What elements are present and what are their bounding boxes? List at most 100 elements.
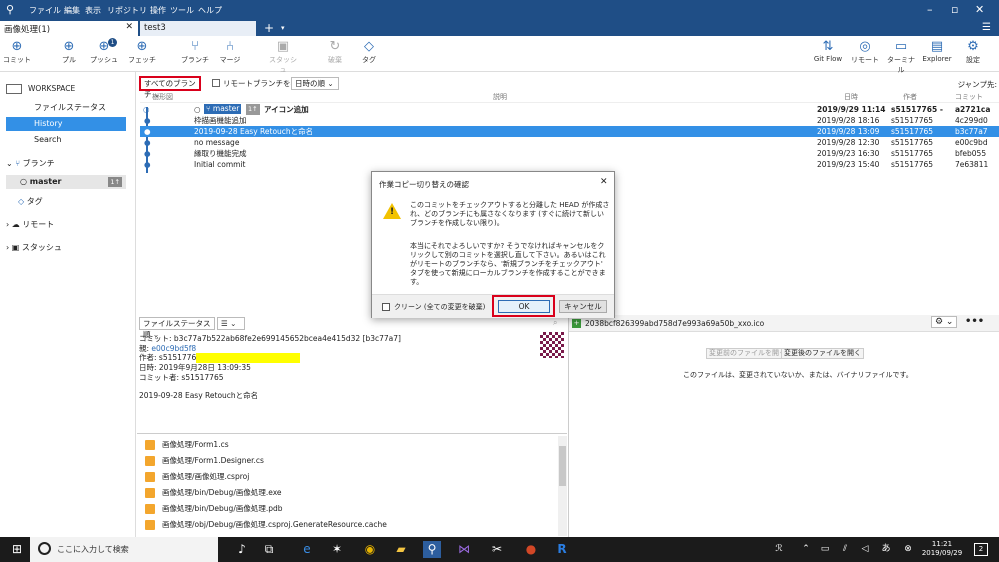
- tag-button[interactable]: ◇ タグ: [352, 38, 386, 65]
- snipping-tool-icon[interactable]: ✂: [488, 541, 506, 558]
- date-line: 日時: 2019年9月28日 13:09:35: [139, 363, 251, 372]
- menu-actions[interactable]: 操作: [150, 5, 166, 16]
- windows-start-icon[interactable]: ⊞: [8, 541, 26, 558]
- minimize-icon[interactable]: –: [927, 3, 933, 16]
- app-r-icon[interactable]: R: [553, 541, 571, 558]
- list-item[interactable]: 画像処理/obj/Debug/画像処理.csproj.GenerateResou…: [145, 517, 387, 532]
- tab-menu-chevron-icon[interactable]: ▾: [281, 24, 285, 32]
- commit-date: 2019/9/23 16:30: [817, 149, 880, 158]
- push-button[interactable]: ⊕ プッシュ 1: [87, 38, 121, 65]
- menu-edit[interactable]: 編集: [64, 5, 80, 16]
- list-item[interactable]: 画像処理/bin/Debug/画像処理.pdb: [145, 501, 283, 516]
- search-icon[interactable]: ⌕: [553, 318, 557, 328]
- menu-repository[interactable]: リポジトリ: [107, 5, 147, 16]
- tab-repo-2[interactable]: test3: [140, 21, 256, 36]
- column-author[interactable]: 作者: [903, 92, 917, 102]
- remote-button[interactable]: ◎ リモート: [848, 38, 882, 65]
- terminal-button[interactable]: ▭ ターミナル: [884, 38, 918, 75]
- menu-view[interactable]: 表示: [85, 5, 101, 16]
- menu-tools[interactable]: ツール: [170, 5, 194, 16]
- settings-tray-icon[interactable]: ⊗: [899, 541, 917, 558]
- column-description[interactable]: 説明: [493, 92, 507, 102]
- sort-order-dropdown[interactable]: 日時の順 ⌄: [291, 77, 339, 90]
- sourcetree-taskbar-icon[interactable]: ⚲: [423, 541, 441, 558]
- modified-file-icon: [145, 520, 155, 530]
- edge-icon[interactable]: e: [298, 541, 316, 558]
- column-graph[interactable]: 樹形図: [152, 92, 173, 102]
- people-icon[interactable]: ℛ: [770, 541, 788, 558]
- more-options-icon[interactable]: •••: [965, 316, 984, 327]
- stash-button[interactable]: ▣ スタッシュ: [266, 38, 300, 75]
- visual-studio-icon[interactable]: ⋈: [455, 541, 473, 558]
- explorer-button[interactable]: ▤ Explorer: [920, 38, 954, 63]
- microphone-icon[interactable]: ♪: [233, 541, 251, 558]
- file-explorer-icon[interactable]: ▰: [392, 541, 410, 558]
- cancel-button[interactable]: キャンセル: [559, 300, 607, 313]
- close-tab-icon[interactable]: ✕: [125, 22, 133, 32]
- table-row[interactable]: ● no message 2019/9/28 12:30 s51517765 e…: [140, 137, 999, 148]
- pull-button[interactable]: ⊕ プル: [52, 38, 86, 65]
- sidebar-item-file-status[interactable]: ファイルステータス: [0, 101, 136, 115]
- list-item[interactable]: 画像処理/Form1.cs: [145, 437, 229, 452]
- branch-filter-dropdown[interactable]: すべてのブランチ ⌄: [139, 76, 201, 99]
- volume-icon[interactable]: ◁: [856, 541, 874, 558]
- column-commit[interactable]: コミット: [955, 92, 983, 102]
- table-row[interactable]: ● 2019-09-28 Easy Retouchと命名 2019/9/28 1…: [140, 126, 999, 137]
- discard-button[interactable]: ↻ 破棄: [318, 38, 352, 65]
- table-row[interactable]: ● 縁取り機能完成 2019/9/23 16:30 s51517765 bfeb…: [140, 148, 999, 159]
- file-sort-dropdown[interactable]: ファイルステータス順 ⌄: [139, 317, 215, 339]
- menu-file[interactable]: ファイル: [29, 5, 61, 16]
- clock[interactable]: 11:21 2019/09/29: [920, 540, 964, 558]
- chrome-icon[interactable]: ◉: [361, 541, 379, 558]
- parent-link[interactable]: e00c9bd5f8: [151, 344, 196, 353]
- diff-options-gear-icon[interactable]: ⚙ ⌄: [931, 316, 958, 328]
- ime-icon[interactable]: あ: [877, 541, 895, 558]
- commit-date: 2019/9/28 13:09: [817, 127, 880, 136]
- sidebar-section-tags[interactable]: ◇ タグ: [18, 195, 154, 209]
- close-icon[interactable]: ✕: [975, 3, 984, 16]
- sidebar-item-search[interactable]: Search: [0, 133, 136, 147]
- dialog-close-icon[interactable]: ✕: [600, 177, 608, 187]
- table-row[interactable]: ● 枠描画機能追加 2019/9/28 18:16 s51517765 4c29…: [140, 115, 999, 126]
- sidebar-section-remotes[interactable]: › ☁ リモート: [6, 218, 142, 232]
- powerpoint-icon[interactable]: ●: [522, 541, 540, 558]
- battery-icon[interactable]: ▭: [816, 541, 834, 558]
- file-list-scrollbar[interactable]: [558, 436, 567, 536]
- column-date[interactable]: 日時: [844, 92, 858, 102]
- view-mode-dropdown[interactable]: ☰ ⌄: [217, 317, 245, 330]
- taskbar-search-box[interactable]: ここに入力して検索: [30, 537, 218, 562]
- commit-author: s51517765 -: [891, 105, 943, 114]
- sidebar-item-history[interactable]: History: [6, 117, 126, 131]
- scrollbar-thumb[interactable]: [559, 446, 566, 486]
- task-view-icon[interactable]: ⧉: [260, 541, 278, 558]
- list-item[interactable]: 画像処理/Form1.Designer.cs: [145, 453, 264, 468]
- fetch-button[interactable]: ⊕ フェッチ: [125, 38, 159, 65]
- sidebar-section-stashes[interactable]: › ▣ スタッシュ: [6, 241, 142, 255]
- merge-button[interactable]: ⑃ マージ: [213, 38, 247, 65]
- sidebar-section-branches[interactable]: ⌄ ⑂ ブランチ: [6, 157, 142, 171]
- tray-chevron-up-icon[interactable]: ⌃: [797, 541, 815, 558]
- paint-icon[interactable]: ✶: [328, 541, 346, 558]
- commit-button[interactable]: ⊕ コミット: [0, 38, 34, 65]
- network-icon[interactable]: ⫽: [836, 541, 854, 558]
- git-flow-button[interactable]: ⇅ Git Flow: [811, 38, 845, 63]
- action-center-icon[interactable]: 2: [974, 543, 988, 556]
- table-row[interactable]: ○ ○ ⑂ master 1↑ アイコン追加 2019/9/29 11:14 s…: [140, 104, 999, 115]
- menu-help[interactable]: ヘルプ: [198, 5, 222, 16]
- hamburger-menu-icon[interactable]: ☰: [982, 22, 991, 33]
- open-after-button[interactable]: 変更後のファイルを開く: [781, 348, 864, 359]
- open-before-button[interactable]: 変更前のファイルを開く: [706, 348, 789, 359]
- clean-checkbox[interactable]: [382, 303, 390, 311]
- sidebar-item-master[interactable]: ○ master 1↑: [6, 175, 126, 189]
- add-tab-icon[interactable]: +: [264, 21, 274, 35]
- commit-hash: e00c9bd: [955, 138, 988, 147]
- show-remote-checkbox[interactable]: [212, 79, 220, 87]
- maximize-icon[interactable]: ▫: [951, 3, 958, 16]
- tab-repo-1[interactable]: 画像処理(1) ✕: [0, 21, 138, 36]
- settings-button[interactable]: ⚙ 設定: [956, 38, 990, 65]
- list-item[interactable]: 画像処理/bin/Debug/画像処理.exe: [145, 485, 282, 500]
- list-item[interactable]: 画像処理/画像処理.csproj: [145, 469, 249, 484]
- table-row[interactable]: ● Initial commit 2019/9/23 15:40 s515177…: [140, 159, 999, 170]
- branch-button[interactable]: ⑂ ブランチ: [178, 38, 212, 65]
- ok-button[interactable]: OK: [498, 300, 550, 313]
